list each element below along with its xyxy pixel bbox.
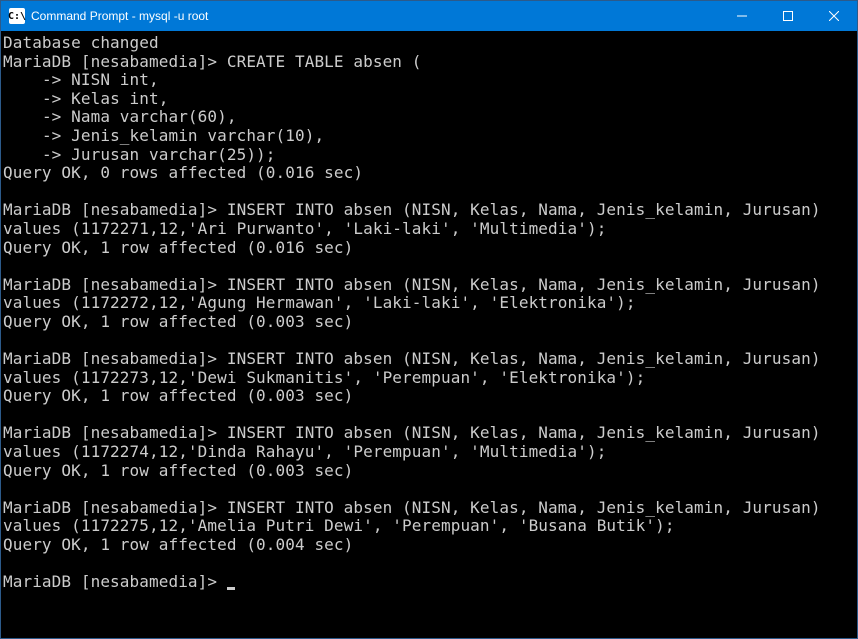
close-button[interactable] bbox=[811, 1, 857, 31]
terminal-output[interactable]: Database changed MariaDB [nesabamedia]> … bbox=[1, 31, 857, 638]
minimize-button[interactable] bbox=[719, 1, 765, 31]
minimize-icon bbox=[737, 11, 747, 21]
close-icon bbox=[829, 11, 839, 21]
maximize-icon bbox=[783, 11, 793, 21]
terminal-cursor bbox=[227, 587, 235, 590]
cmd-icon: C:\ bbox=[9, 8, 25, 24]
window-title: Command Prompt - mysql -u root bbox=[31, 9, 719, 23]
window-controls bbox=[719, 1, 857, 31]
window-titlebar: C:\ Command Prompt - mysql -u root bbox=[1, 1, 857, 31]
maximize-button[interactable] bbox=[765, 1, 811, 31]
